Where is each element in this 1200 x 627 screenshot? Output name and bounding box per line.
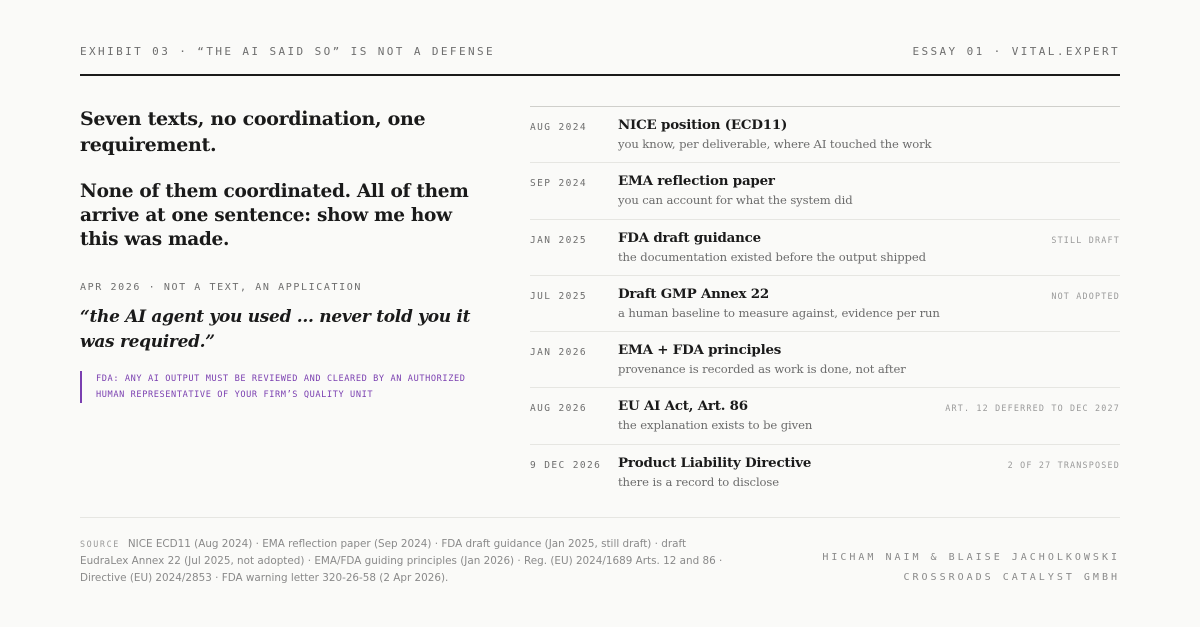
- timeline-date: JAN 2025: [530, 234, 587, 246]
- timeline-desc: you know, per deliverable, where AI touc…: [618, 137, 932, 151]
- timeline-row: AUG 2024 NICE position (ECD11) you know,…: [530, 107, 1120, 164]
- source-text: NICE ECD11 (Aug 2024) · EMA reflection p…: [80, 538, 723, 584]
- timeline-status: 2 OF 27 TRANSPOSED: [1007, 459, 1120, 470]
- timeline-date: JAN 2026: [530, 347, 587, 359]
- page-header: EXHIBIT 03 · “THE AI SAID SO” IS NOT A D…: [80, 44, 1120, 76]
- footer-divider: [80, 517, 1120, 518]
- timeline-row: SEP 2024 EMA reflection paper you can ac…: [530, 163, 1120, 220]
- timeline-row: JUL 2025 Draft GMP Annex 22 a human base…: [530, 276, 1120, 333]
- timeline-title: Product Liability Directive: [618, 454, 812, 471]
- headline: Seven texts, no coordination, one requir…: [80, 108, 426, 156]
- timeline-title: FDA draft guidance: [618, 229, 761, 246]
- application-label: APR 2026 · NOT A TEXT, AN APPLICATION: [80, 282, 362, 293]
- source-note: SOURCE NICE ECD11 (Aug 2024) · EMA reflec…: [80, 536, 730, 587]
- timeline-row: JAN 2025 FDA draft guidance the document…: [530, 220, 1120, 276]
- timeline-date: SEP 2024: [530, 178, 587, 190]
- timeline-title: EMA reflection paper: [618, 173, 775, 190]
- timeline-title: Draft GMP Annex 22: [618, 285, 770, 302]
- timeline-row: JAN 2026 EMA + FDA principles provenance…: [530, 332, 1120, 389]
- timeline-desc: the documentation existed before the out…: [618, 249, 926, 264]
- timeline-desc: a human baseline to measure against, evi…: [618, 305, 940, 320]
- timeline-date: JUL 2025: [530, 290, 587, 302]
- timeline-date: AUG 2026: [530, 403, 587, 415]
- authors: HICHAM NAIM & BLAISE JACHOLKOWSKI: [822, 552, 1120, 563]
- timeline-row: AUG 2026 EU AI Act, Art. 86 the explanat…: [530, 388, 1120, 445]
- timeline-status: ART. 12 DEFERRED TO DEC 2027: [945, 403, 1120, 414]
- timeline-status: NOT ADOPTED: [1051, 290, 1120, 301]
- timeline-date: 9 DEC 2026: [530, 459, 602, 471]
- timeline-desc: the explanation exists to be given: [618, 418, 813, 433]
- timeline: AUG 2024 NICE position (ECD11) you know,…: [530, 106, 1120, 501]
- subheadline: None of them coordinated. All of them ar…: [80, 181, 469, 250]
- timeline-title: EU AI Act, Art. 86: [618, 398, 748, 415]
- company: CROSSROADS CATALYST GMBH: [903, 572, 1120, 583]
- fda-note: FDA: ANY AI OUTPUT MUST BE REVIEWED AND …: [80, 371, 480, 403]
- timeline-title: NICE position (ECD11): [618, 117, 788, 133]
- pull-quote: “the AI agent you used ... never told yo…: [80, 307, 471, 352]
- essay-label: ESSAY 01 · VITAL.EXPERT: [912, 45, 1120, 58]
- timeline-date: AUG 2024: [530, 122, 587, 133]
- source-label: SOURCE: [80, 539, 120, 549]
- timeline-desc: you can account for what the system did: [618, 193, 853, 208]
- timeline-row: 9 DEC 2026 Product Liability Directive t…: [530, 445, 1120, 501]
- exhibit-label: EXHIBIT 03 · “THE AI SAID SO” IS NOT A D…: [80, 45, 496, 58]
- timeline-desc: provenance is recorded as work is done, …: [618, 362, 906, 377]
- timeline-title: EMA + FDA principles: [618, 342, 782, 359]
- timeline-desc: there is a record to disclose: [618, 474, 780, 489]
- credits: HICHAM NAIM & BLAISE JACHOLKOWSKI CROSSR…: [822, 548, 1120, 588]
- left-column: Seven texts, no coordination, one requir…: [80, 106, 490, 403]
- timeline-status: STILL DRAFT: [1051, 234, 1120, 245]
